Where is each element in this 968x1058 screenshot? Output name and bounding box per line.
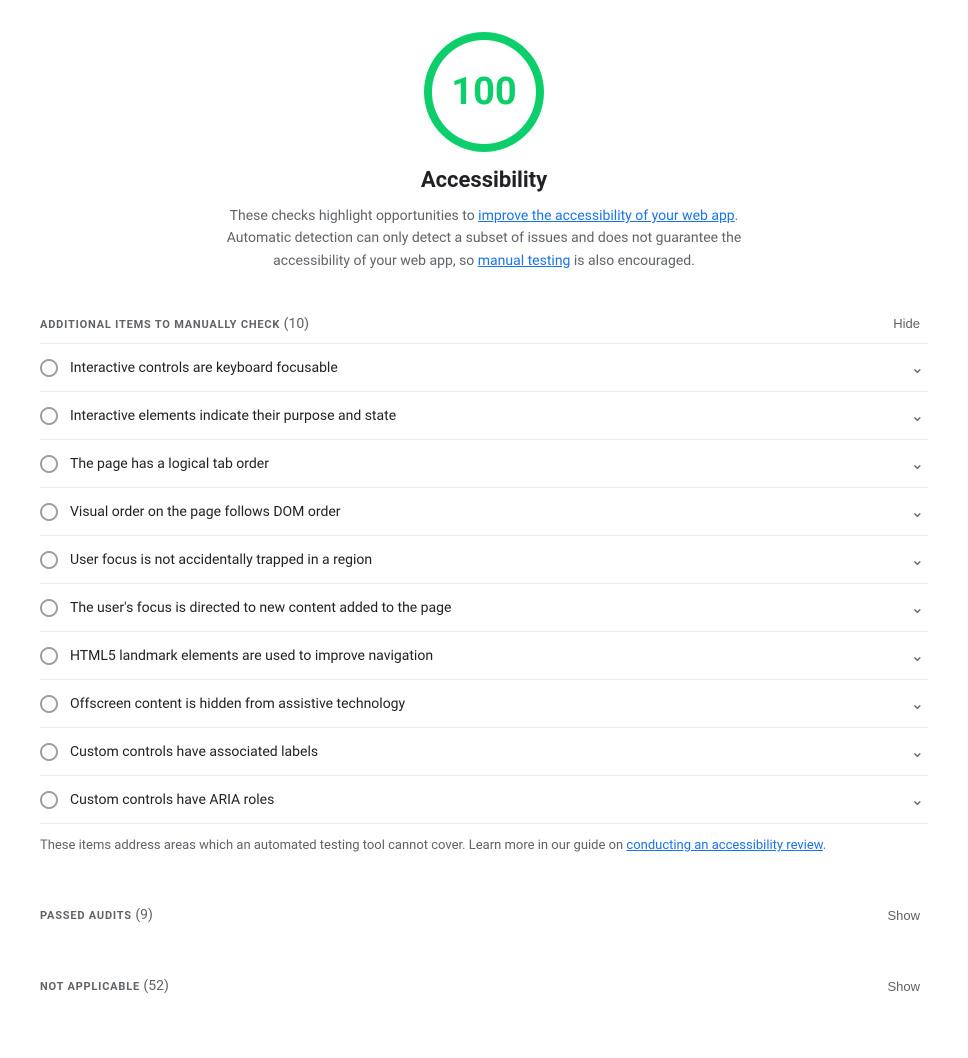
chevron-down-icon: ⌄ <box>911 646 924 665</box>
chevron-down-icon: ⌄ <box>911 454 924 473</box>
audit-item-left: Custom controls have ARIA roles <box>40 791 274 809</box>
passed-audits-title-group: PASSED AUDITS (9) <box>40 907 153 923</box>
audit-item[interactable]: User focus is not accidentally trapped i… <box>40 536 928 584</box>
audit-item[interactable]: Custom controls have associated labels ⌄ <box>40 728 928 776</box>
audit-status-circle <box>40 743 58 761</box>
audit-item-label: User focus is not accidentally trapped i… <box>70 552 372 568</box>
audit-item-label: Visual order on the page follows DOM ord… <box>70 504 341 520</box>
not-applicable-header: NOT APPLICABLE (52) Show <box>40 959 928 1006</box>
audit-list: Interactive controls are keyboard focusa… <box>40 343 928 824</box>
audit-status-circle <box>40 647 58 665</box>
description-text-after: is also encouraged. <box>570 253 694 269</box>
score-circle: 100 <box>424 32 544 152</box>
manual-check-count: (10) <box>284 316 309 332</box>
passed-audits-toggle[interactable]: Show <box>879 904 928 927</box>
score-section: 100 Accessibility These checks highlight… <box>40 32 928 272</box>
audit-status-circle <box>40 359 58 377</box>
chevron-down-icon: ⌄ <box>911 406 924 425</box>
audit-status-circle <box>40 407 58 425</box>
audit-item[interactable]: Custom controls have ARIA roles ⌄ <box>40 776 928 824</box>
audit-status-circle <box>40 503 58 521</box>
manual-note-before: These items address areas which an autom… <box>40 838 626 853</box>
audit-item-label: Offscreen content is hidden from assisti… <box>70 696 405 712</box>
audit-item[interactable]: HTML5 landmark elements are used to impr… <box>40 632 928 680</box>
audit-item[interactable]: Offscreen content is hidden from assisti… <box>40 680 928 728</box>
passed-audits-header: PASSED AUDITS (9) Show <box>40 888 928 935</box>
manual-check-note: These items address areas which an autom… <box>40 824 928 864</box>
audit-item-left: Visual order on the page follows DOM ord… <box>40 503 341 521</box>
audit-status-circle <box>40 695 58 713</box>
manual-check-title-group: ADDITIONAL ITEMS TO MANUALLY CHECK (10) <box>40 316 309 332</box>
audit-item-label: The user's focus is directed to new cont… <box>70 600 451 616</box>
chevron-down-icon: ⌄ <box>911 742 924 761</box>
audit-item-left: The user's focus is directed to new cont… <box>40 599 451 617</box>
not-applicable-title-group: NOT APPLICABLE (52) <box>40 978 169 994</box>
audit-status-circle <box>40 599 58 617</box>
score-value: 100 <box>451 70 516 114</box>
audit-item-label: The page has a logical tab order <box>70 456 269 472</box>
audit-status-circle <box>40 791 58 809</box>
audit-item-left: Interactive elements indicate their purp… <box>40 407 396 425</box>
not-applicable-title: NOT APPLICABLE <box>40 980 140 993</box>
audit-item[interactable]: The page has a logical tab order ⌄ <box>40 440 928 488</box>
audit-item-left: HTML5 landmark elements are used to impr… <box>40 647 433 665</box>
passed-audits-count: (9) <box>135 907 153 923</box>
description-text-before: These checks highlight opportunities to <box>230 208 479 224</box>
passed-audits-title: PASSED AUDITS <box>40 909 132 922</box>
audit-item-left: The page has a logical tab order <box>40 455 269 473</box>
manual-note-after: . <box>823 838 826 853</box>
page-container: 100 Accessibility These checks highlight… <box>0 0 968 1038</box>
not-applicable-section: NOT APPLICABLE (52) Show <box>40 959 928 1006</box>
audit-item-label: HTML5 landmark elements are used to impr… <box>70 648 433 664</box>
audit-item[interactable]: Visual order on the page follows DOM ord… <box>40 488 928 536</box>
chevron-down-icon: ⌄ <box>911 550 924 569</box>
not-applicable-toggle[interactable]: Show <box>879 975 928 998</box>
improve-accessibility-link[interactable]: improve the accessibility of your web ap… <box>478 208 735 224</box>
audit-item-label: Interactive controls are keyboard focusa… <box>70 360 338 376</box>
score-description: These checks highlight opportunities to … <box>224 205 744 272</box>
chevron-down-icon: ⌄ <box>911 790 924 809</box>
chevron-down-icon: ⌄ <box>911 358 924 377</box>
audit-item-left: User focus is not accidentally trapped i… <box>40 551 372 569</box>
audit-item-label: Custom controls have ARIA roles <box>70 792 274 808</box>
audit-item-label: Custom controls have associated labels <box>70 744 318 760</box>
chevron-down-icon: ⌄ <box>911 598 924 617</box>
audit-item-left: Custom controls have associated labels <box>40 743 318 761</box>
audit-item[interactable]: Interactive controls are keyboard focusa… <box>40 344 928 392</box>
audit-item-left: Interactive controls are keyboard focusa… <box>40 359 338 377</box>
not-applicable-count: (52) <box>143 978 168 994</box>
manual-check-section-header: ADDITIONAL ITEMS TO MANUALLY CHECK (10) … <box>40 296 928 343</box>
audit-item-label: Interactive elements indicate their purp… <box>70 408 396 424</box>
chevron-down-icon: ⌄ <box>911 502 924 521</box>
audit-item-left: Offscreen content is hidden from assisti… <box>40 695 405 713</box>
manual-testing-link[interactable]: manual testing <box>478 253 571 269</box>
audit-status-circle <box>40 551 58 569</box>
accessibility-review-link[interactable]: conducting an accessibility review <box>626 838 822 853</box>
chevron-down-icon: ⌄ <box>911 694 924 713</box>
manual-check-toggle[interactable]: Hide <box>885 312 928 335</box>
audit-status-circle <box>40 455 58 473</box>
manual-check-title: ADDITIONAL ITEMS TO MANUALLY CHECK <box>40 318 280 331</box>
audit-item[interactable]: Interactive elements indicate their purp… <box>40 392 928 440</box>
passed-audits-section: PASSED AUDITS (9) Show <box>40 888 928 935</box>
page-title: Accessibility <box>421 168 547 193</box>
audit-item[interactable]: The user's focus is directed to new cont… <box>40 584 928 632</box>
